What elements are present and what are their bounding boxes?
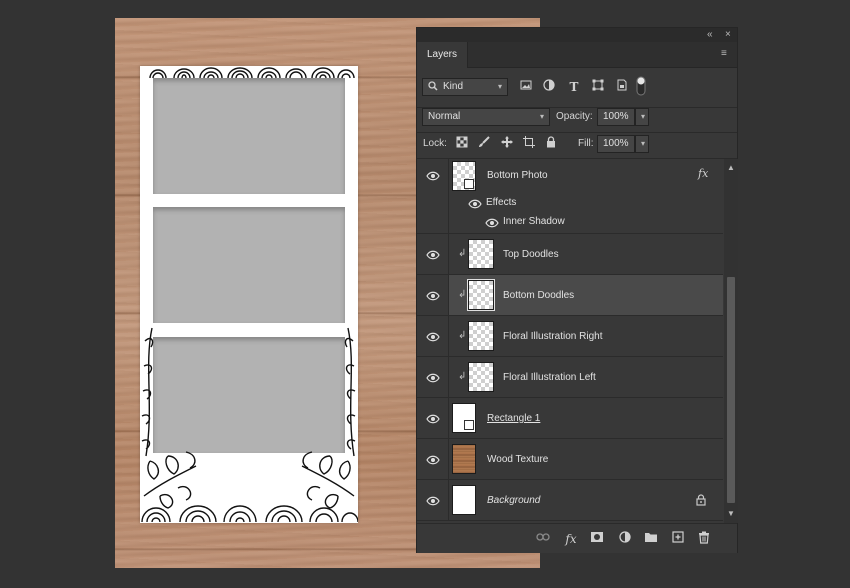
effects-label[interactable]: Effects	[486, 197, 516, 208]
layer-name[interactable]: Background	[487, 495, 540, 506]
new-layer-icon[interactable]	[670, 531, 686, 547]
eye-icon[interactable]	[426, 455, 440, 465]
opacity-value: 100%	[603, 111, 629, 122]
tab-layers[interactable]: Layers	[417, 42, 469, 68]
new-group-icon[interactable]	[643, 531, 659, 547]
layer-name[interactable]: Rectangle 1	[487, 413, 540, 424]
layer-row-wood-texture[interactable]: Wood Texture	[417, 439, 723, 480]
layer-name[interactable]: Top Doodles	[503, 249, 559, 260]
chevron-down-icon: ▾	[539, 112, 544, 121]
filter-toggle-icon[interactable]	[636, 76, 646, 96]
layer-thumbnail	[468, 321, 494, 351]
lock-position-icon[interactable]	[499, 136, 515, 152]
delete-layer-icon[interactable]	[696, 531, 712, 547]
eye-icon[interactable]	[426, 332, 440, 342]
lock-row: Lock: Fill: 100% ▾	[417, 135, 737, 159]
layer-row-floral-illustration-left[interactable]: ↲ Floral Illustration Left	[417, 357, 723, 398]
scroll-down-icon[interactable]: ▼	[727, 509, 735, 518]
eye-icon[interactable]	[426, 291, 440, 301]
link-layers-icon[interactable]	[535, 531, 551, 547]
eye-icon[interactable]	[426, 496, 440, 506]
layer-row-rectangle-1[interactable]: Rectangle 1	[417, 398, 723, 439]
lock-artboard-icon[interactable]	[521, 136, 537, 152]
shape-badge-icon	[464, 420, 474, 430]
doodles-artwork	[141, 67, 358, 523]
layer-name[interactable]: Bottom Doodles	[503, 290, 574, 301]
layer-thumbnail	[468, 239, 494, 269]
panel-tab-bar: Layers ≡	[417, 42, 737, 68]
opacity-slider-toggle[interactable]: ▾	[635, 108, 649, 126]
filter-row: Kind ▾ T	[417, 69, 737, 109]
kind-filter-value: Kind	[443, 81, 464, 92]
layers-scrollbar[interactable]: ▲ ▼	[724, 159, 738, 523]
type-filter-icon[interactable]: T	[566, 79, 582, 95]
lock-icon[interactable]	[696, 494, 706, 509]
layer-row-floral-illustration-right[interactable]: ↲ Floral Illustration Right	[417, 316, 723, 357]
kind-filter-select[interactable]: Kind ▾	[422, 78, 508, 96]
blend-row: Normal ▾ Opacity: 100% ▾	[417, 108, 737, 134]
photo-strip	[140, 66, 358, 523]
add-mask-icon[interactable]	[589, 531, 605, 547]
smart-object-filter-icon[interactable]	[614, 79, 630, 95]
eye-icon[interactable]	[426, 373, 440, 383]
clipping-arrow-icon: ↲	[458, 330, 467, 341]
fill-input[interactable]: 100%	[597, 135, 635, 153]
blend-mode-select[interactable]: Normal ▾	[422, 108, 550, 126]
clipping-arrow-icon: ↲	[458, 289, 467, 300]
opacity-input[interactable]: 100%	[597, 108, 635, 126]
layer-row-bottom-photo[interactable]: Bottom Photo fx Effects Inner Shadow	[417, 159, 723, 234]
lock-label: Lock:	[423, 138, 447, 149]
eye-icon[interactable]	[426, 414, 440, 424]
fx-add-style-icon[interactable]: fx	[563, 531, 579, 547]
eye-icon[interactable]	[485, 218, 499, 228]
layer-row-top-doodles[interactable]: ↲ Top Doodles	[417, 234, 723, 275]
clipping-arrow-icon: ↲	[458, 248, 467, 259]
chevron-down-icon: ▾	[640, 139, 645, 148]
lock-all-icon[interactable]	[543, 136, 559, 152]
smart-object-badge-icon	[464, 179, 474, 189]
fill-value: 100%	[603, 138, 629, 149]
new-adjustment-layer-icon[interactable]	[617, 531, 633, 547]
layers-bottom-toolbar: fx	[417, 523, 737, 553]
lock-image-pixels-icon[interactable]	[476, 136, 492, 152]
fx-icon[interactable]: fx	[698, 167, 708, 180]
close-panel-icon[interactable]: ×	[725, 28, 731, 42]
chevron-down-icon: ▾	[640, 112, 645, 121]
search-icon	[428, 79, 438, 99]
layer-thumbnail	[467, 279, 495, 311]
layer-thumbnail	[452, 485, 476, 515]
layer-name[interactable]: Bottom Photo	[487, 170, 548, 181]
eye-icon[interactable]	[426, 250, 440, 260]
adjustment-filter-icon[interactable]	[541, 79, 557, 95]
shape-filter-icon[interactable]	[590, 79, 606, 95]
panel-title-strip: « ×	[417, 28, 737, 42]
fill-label: Fill:	[578, 138, 594, 149]
eye-icon[interactable]	[426, 171, 440, 181]
layer-name[interactable]: Floral Illustration Right	[503, 331, 602, 342]
blend-mode-value: Normal	[428, 111, 461, 122]
scroll-up-icon[interactable]: ▲	[727, 163, 735, 172]
panel-menu-icon[interactable]: ≡	[721, 49, 731, 59]
chevron-down-icon: ▾	[497, 82, 502, 91]
lock-transparent-pixels-icon[interactable]	[454, 136, 470, 152]
layers-panel: « × Layers ≡ Kind ▾ T Normal ▾ Opacity: …	[416, 27, 738, 553]
image-filter-icon[interactable]	[518, 79, 534, 95]
fill-slider-toggle[interactable]: ▾	[635, 135, 649, 153]
layer-row-background[interactable]: Background	[417, 480, 723, 521]
layer-name[interactable]: Wood Texture	[487, 454, 548, 465]
layer-thumbnail	[468, 362, 494, 392]
opacity-label: Opacity:	[556, 111, 593, 122]
effect-inner-shadow[interactable]: Inner Shadow	[503, 216, 565, 227]
eye-icon[interactable]	[468, 199, 482, 209]
layer-name[interactable]: Floral Illustration Left	[503, 372, 596, 383]
collapse-panel-icon[interactable]: «	[707, 28, 713, 42]
scrollbar-thumb[interactable]	[727, 277, 735, 503]
layers-list: Bottom Photo fx Effects Inner Shadow ↲ T…	[417, 159, 723, 523]
layer-thumbnail	[452, 444, 476, 474]
clipping-arrow-icon: ↲	[458, 371, 467, 382]
layer-row-bottom-doodles[interactable]: ↲ Bottom Doodles	[417, 275, 723, 316]
